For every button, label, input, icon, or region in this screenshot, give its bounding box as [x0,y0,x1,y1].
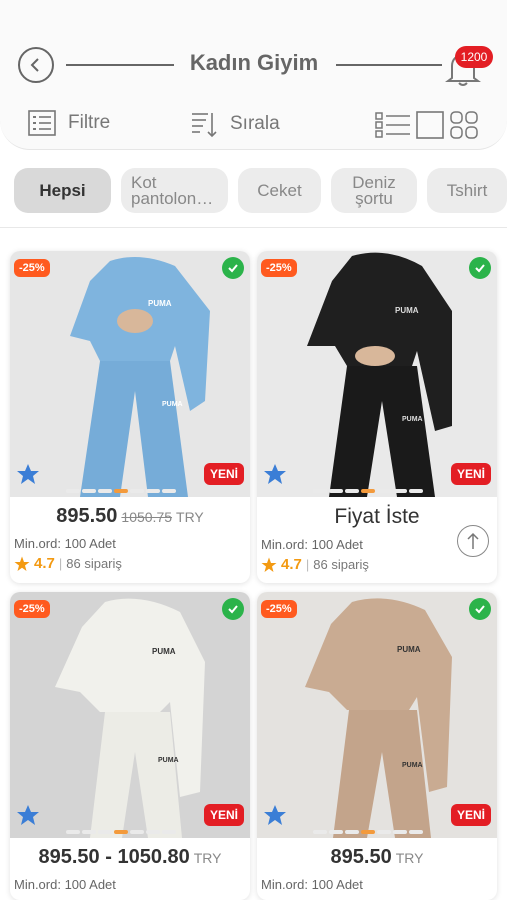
min-order: Min.ord: 100 Adet [261,877,363,892]
price-row: 895.50 - 1050.80 TRY [10,838,250,869]
price-range: 895.50 - 1050.80 [38,846,190,868]
image-pager [313,830,423,834]
min-order: Min.ord: 100 Adet [14,536,116,551]
featured-star-icon [17,805,39,825]
chip-hepsi[interactable]: Hepsi [14,168,111,213]
product-image[interactable]: PUMA PUMA -25% YENİ [257,251,497,497]
tracksuit-photo: PUMA PUMA [10,592,250,838]
chip-ceket[interactable]: Ceket [238,168,321,213]
tracksuit-photo: PUMA PUMA [10,251,250,497]
product-card[interactable]: PUMA PUMA -25% YENİ 895.50 TRY Min.ord: 1… [257,592,497,900]
svg-text:PUMA: PUMA [158,757,179,764]
rating-score: 4.7 [34,555,55,572]
chip-deniz-sortu[interactable]: Deniz şortu [331,168,417,213]
price-row: 895.50 TRY [257,838,497,869]
sort-button[interactable]: Sırala [190,110,280,138]
old-price: 1050.75 [121,509,173,525]
discount-badge: -25% [261,259,297,277]
svg-text:PUMA: PUMA [395,306,419,315]
product-card[interactable]: PUMA PUMA -25% YENİ Fiyat İste Min.ord: … [257,251,497,583]
verified-icon [469,598,491,620]
currency: TRY [176,509,204,525]
new-badge: YENİ [450,463,491,485]
sort-icon [192,113,217,138]
star-icon [261,557,277,572]
svg-text:PUMA: PUMA [162,401,183,408]
price-request[interactable]: Fiyat İste [334,505,419,528]
tracksuit-photo: PUMA PUMA [257,251,497,497]
discount-badge: -25% [14,600,50,618]
filter-list-icon [28,110,56,136]
image-pager [313,489,423,493]
image-pager [66,830,176,834]
filter-label: Filtre [68,112,111,133]
order-count: 86 sipariş [313,557,369,572]
price-row: Fiyat İste [257,497,497,529]
section-divider [0,227,507,228]
featured-star-icon [264,464,286,484]
svg-text:PUMA: PUMA [402,762,423,769]
chip-tshirt[interactable]: Tshirt [427,168,507,213]
rating-score: 4.7 [281,556,302,573]
product-card[interactable]: PUMA PUMA -25% YENİ 895.50 - 1050.80 TRY … [10,592,250,900]
featured-star-icon [17,464,39,484]
chip-kot-pantolon[interactable]: Kot pantolon… [121,168,228,213]
list-view-icon[interactable] [375,111,411,139]
featured-star-icon [264,805,286,825]
new-badge: YENİ [450,804,491,826]
price-row: 895.50 1050.75 TRY [10,497,250,528]
discount-badge: -25% [261,600,297,618]
svg-text:PUMA: PUMA [148,299,172,308]
product-image[interactable]: PUMA PUMA -25% YENİ [257,592,497,838]
product-image[interactable]: PUMA PUMA -25% YENİ [10,251,250,497]
title-rule-left [66,64,174,66]
verified-icon [469,257,491,279]
price: 895.50 [56,505,118,527]
currency: TRY [395,850,424,866]
tracksuit-photo: PUMA PUMA [257,592,497,838]
verified-icon [222,257,244,279]
image-pager [66,489,176,493]
sort-label: Sırala [230,113,280,134]
min-order: Min.ord: 100 Adet [14,877,116,892]
svg-text:PUMA: PUMA [397,645,421,654]
scroll-to-top-button[interactable] [457,525,489,557]
svg-text:PUMA: PUMA [402,416,423,423]
page-title: Kadın Giyim [189,50,319,75]
verified-icon [222,598,244,620]
currency: TRY [193,850,222,866]
chevron-left-icon [30,58,39,72]
new-badge: YENİ [203,463,244,485]
filter-button[interactable]: Filtre [28,110,110,136]
new-badge: YENİ [203,804,244,826]
rating-row: 4.7 | 86 sipariş [257,552,497,581]
svg-text:PUMA: PUMA [152,647,176,656]
title-rule-right [336,64,442,66]
back-button[interactable] [18,47,54,83]
order-count: 86 sipariş [66,556,122,571]
top-bar: Kadın Giyim 1200 Filtre Sırala [0,0,507,150]
single-view-icon[interactable] [415,110,445,140]
view-switcher [375,110,479,140]
grid-view-icon[interactable] [449,110,479,140]
product-image[interactable]: PUMA PUMA -25% YENİ [10,592,250,838]
category-chips: Hepsi Kot pantolon… Ceket Deniz şortu Ts… [14,168,507,213]
discount-badge: -25% [14,259,50,277]
star-icon [14,556,30,571]
product-card[interactable]: PUMA PUMA -25% YENİ 895.50 1050.75 TRY Min… [10,251,250,583]
notification-badge: 1200 [455,46,493,68]
rating-row: 4.7 | 86 sipariş [10,551,250,580]
price: 895.50 [330,846,392,868]
arrow-up-icon [467,532,479,549]
